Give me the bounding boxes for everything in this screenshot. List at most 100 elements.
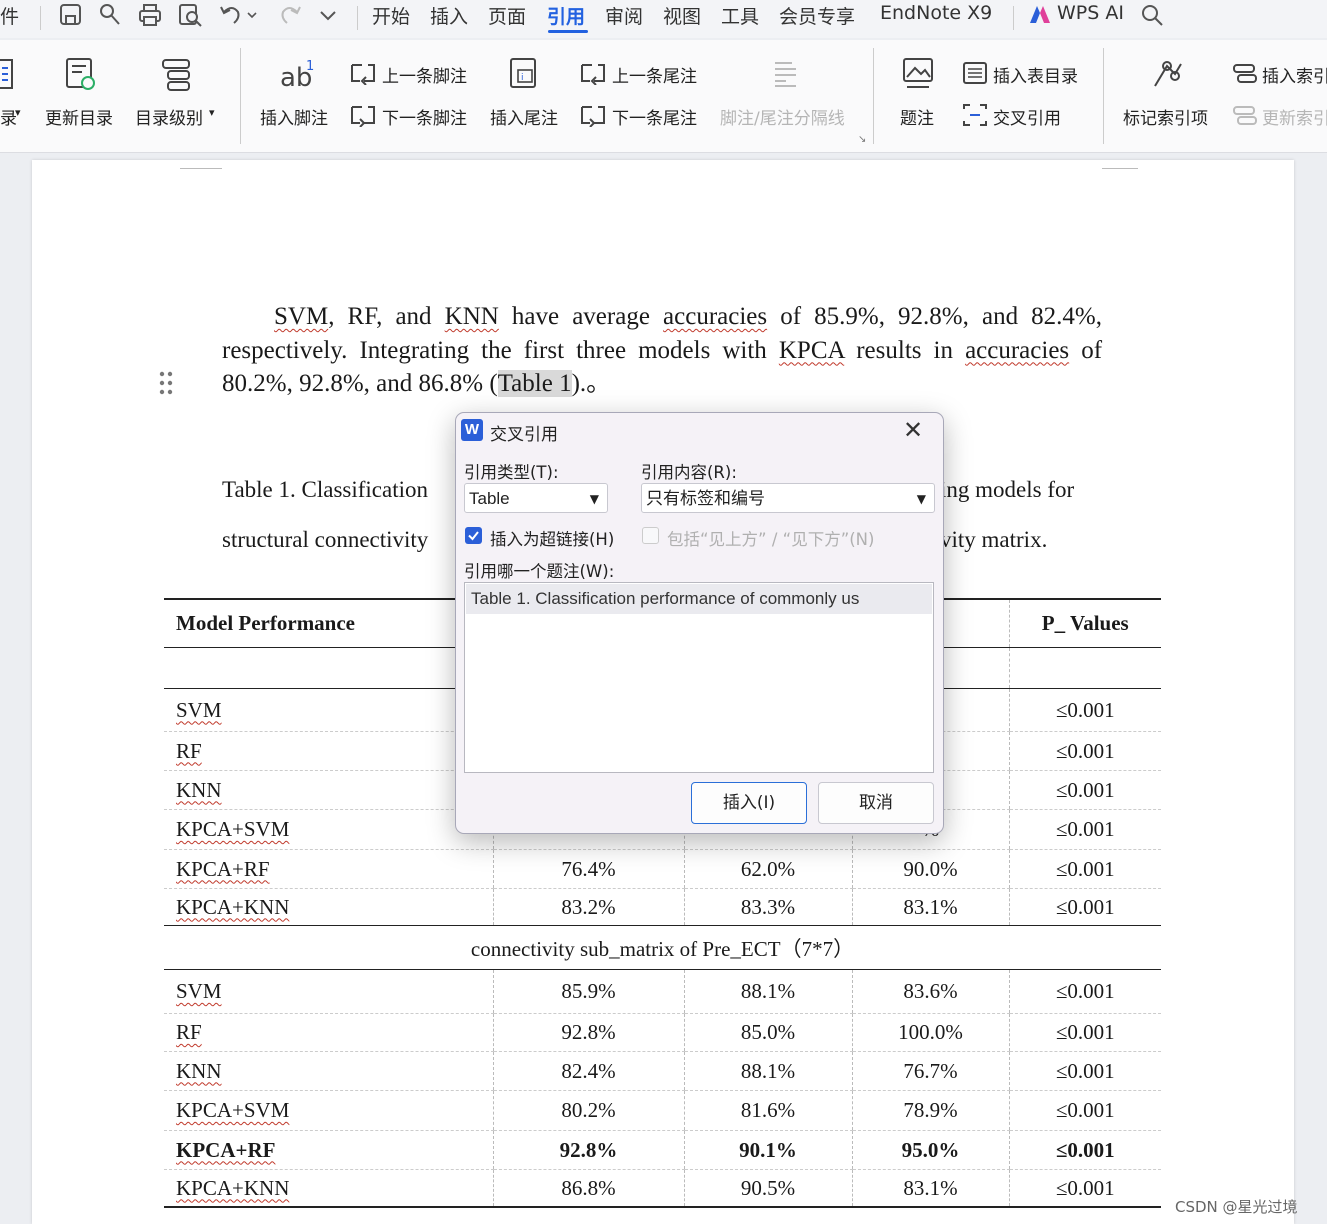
table-cell-value: 83.3% <box>683 888 852 926</box>
table-cell-p-value: ≤0.001 <box>1008 731 1161 771</box>
table-row: KPCA+RF 92.8% 90.1% 95.0% ≤0.001 <box>164 1130 1161 1170</box>
margin-mark <box>180 160 222 169</box>
close-icon[interactable]: ✕ <box>903 416 923 444</box>
tab-home[interactable]: 开始 <box>372 2 410 29</box>
hyperlink-checkbox[interactable] <box>465 527 482 544</box>
wps-ai-logo-icon <box>1028 3 1052 30</box>
table-row: SVM 85.9% 88.1% 83.6% ≤0.001 <box>164 969 1161 1014</box>
dialog-launcher-icon[interactable]: ↘ <box>858 134 866 145</box>
tab-insert[interactable]: 插入 <box>430 2 468 29</box>
toc-level-button[interactable]: 目录级别 <box>135 104 203 129</box>
cancel-button[interactable]: 取消 <box>818 782 934 824</box>
cross-ref-button[interactable]: 交叉引用 <box>993 104 1061 129</box>
insert-table-toc-button[interactable]: 插入表目录 <box>993 62 1078 87</box>
table-cell-value: 90.5% <box>683 1169 852 1208</box>
next-footnote-icon[interactable] <box>350 103 376 127</box>
insert-button[interactable]: 插入(I) <box>691 782 807 824</box>
footnote-icon[interactable]: ab 1 <box>278 56 318 92</box>
separator-line-button: 脚注/尾注分隔线 <box>720 109 845 129</box>
tab-tools[interactable]: 工具 <box>721 2 759 29</box>
table-row: RF 92.8% 85.0% 100.0% ≤0.001 <box>164 1013 1161 1052</box>
table-cell-value: 78.9% <box>851 1090 1009 1131</box>
ribbon-toolbar: 录 ▾ 更新目录 目录级别 ▾ ab 1 插入脚注 上一条脚注 下一条脚注 i 插… <box>0 40 1327 153</box>
insert-endnote-button[interactable]: 插入尾注 <box>490 104 558 129</box>
table-1-cross-ref-field[interactable]: Table 1 <box>497 370 572 397</box>
insert-footnote-button[interactable]: 插入脚注 <box>260 104 328 129</box>
ref-content-select[interactable]: 只有标签和编号 ▼ <box>641 483 935 513</box>
prev-endnote-icon[interactable] <box>580 61 606 85</box>
divider <box>873 48 874 144</box>
table-cell-value: 83.2% <box>492 888 684 926</box>
caption-icon[interactable] <box>901 56 935 92</box>
table-cell-p-value: ≤0.001 <box>1008 1090 1161 1131</box>
table-caption-line2-left: structural connectivity <box>222 527 429 552</box>
divider <box>1013 6 1014 30</box>
table-cell-p-value: ≤0.001 <box>1008 1130 1161 1170</box>
endnote-icon[interactable]: i <box>508 56 542 92</box>
more-chevron-down-icon[interactable] <box>316 2 340 33</box>
update-toc-icon[interactable] <box>64 56 98 92</box>
table-cell-p-value: ≤0.001 <box>1008 888 1161 926</box>
prev-footnote-button[interactable]: 上一条脚注 <box>382 62 467 87</box>
file-menu-partial[interactable]: 件 <box>0 2 19 29</box>
next-footnote-button[interactable]: 下一条脚注 <box>382 104 467 129</box>
caption-list[interactable]: Table 1. Classification performance of c… <box>464 582 934 773</box>
tab-wps-ai[interactable]: WPS AI <box>1057 2 1124 24</box>
ref-type-select[interactable]: Table ▼ <box>464 483 608 513</box>
insert-index-button[interactable]: 插入索引 <box>1262 62 1327 87</box>
table-cell-value: 88.1% <box>683 1051 852 1091</box>
para-span: accuracies <box>663 303 768 330</box>
redo-icon[interactable] <box>277 2 303 33</box>
table-cell-p-value: ≤0.001 <box>1008 1013 1161 1052</box>
table-cell-value: 85.9% <box>492 969 684 1014</box>
top-tab-bar: 件 开始 插入 页面 引用 审阅 视图 工具 会员专享 EndNote X9 W… <box>0 0 1327 38</box>
table-cell-value: 92.8% <box>492 1013 684 1052</box>
toc-level-icon[interactable] <box>160 56 194 92</box>
print-preview-icon[interactable] <box>177 2 203 33</box>
table-cell-model: KNN <box>164 1051 493 1091</box>
body-paragraph[interactable]: SVM, RF, and KNN have average accuracies… <box>222 300 1102 401</box>
prev-endnote-button[interactable]: 上一条尾注 <box>612 62 697 87</box>
dialog-title: 交叉引用 <box>490 425 558 445</box>
table-cell <box>164 647 493 689</box>
search-icon[interactable] <box>1139 2 1165 33</box>
tab-view[interactable]: 视图 <box>663 2 701 29</box>
tab-endnote[interactable]: EndNote X9 <box>880 2 992 24</box>
table-cell-p-value: ≤0.001 <box>1008 969 1161 1014</box>
table-cell-value: 86.8% <box>492 1169 684 1208</box>
mark-index-icon[interactable] <box>1151 56 1185 92</box>
prev-footnote-icon[interactable] <box>350 61 376 85</box>
next-endnote-icon[interactable] <box>580 103 606 127</box>
insert-index-icon[interactable] <box>1232 61 1258 85</box>
caption-button[interactable]: 题注 <box>900 104 934 129</box>
next-endnote-button[interactable]: 下一条尾注 <box>612 104 697 129</box>
table-header-p-values: P_ Values <box>1008 598 1161 648</box>
format-painter-icon[interactable] <box>98 2 124 33</box>
table-cell-value: 85.0% <box>683 1013 852 1052</box>
update-toc-button[interactable]: 更新目录 <box>45 104 113 129</box>
chevron-down-icon: ▼ <box>916 492 926 506</box>
section-title: connectivity sub_matrix of Pre_ECT（7*7） <box>164 925 1161 970</box>
tab-references[interactable]: 引用 <box>547 2 585 29</box>
tab-member[interactable]: 会员专享 <box>779 2 855 29</box>
update-index-button: 更新索引 <box>1262 109 1327 129</box>
caption-list-item[interactable]: Table 1. Classification performance of c… <box>466 584 932 614</box>
para-span: ).。 <box>571 370 612 397</box>
table-toc-icon[interactable] <box>962 61 988 85</box>
ref-type-label: 引用类型(T): <box>464 463 559 482</box>
mark-index-button[interactable]: 标记索引项 <box>1123 104 1208 129</box>
table-cell-p-value: ≤0.001 <box>1008 1169 1161 1208</box>
cross-ref-icon[interactable] <box>962 103 988 127</box>
print-icon[interactable] <box>137 2 163 33</box>
para-span: results in <box>844 336 966 364</box>
para-span: KNN <box>444 303 499 330</box>
save-icon[interactable] <box>58 2 84 33</box>
tab-review[interactable]: 审阅 <box>605 2 643 29</box>
table-cell-value: 95.0% <box>851 1130 1009 1170</box>
table-cell-value: 90.1% <box>683 1130 852 1170</box>
undo-icon[interactable] <box>218 2 258 33</box>
toc-icon-partial[interactable] <box>0 58 16 92</box>
table-cell-value: 92.8% <box>492 1130 684 1170</box>
drag-handle-icon[interactable] <box>158 370 174 396</box>
tab-page[interactable]: 页面 <box>488 2 526 29</box>
